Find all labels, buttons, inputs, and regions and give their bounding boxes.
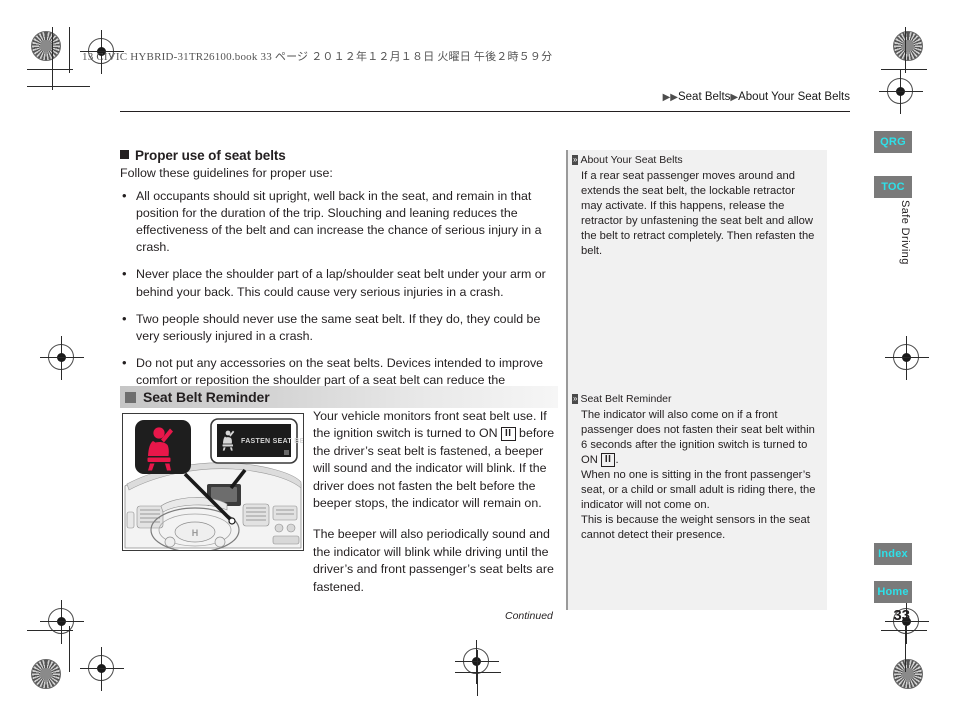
crop-mark — [69, 626, 70, 672]
crop-mark — [27, 86, 90, 87]
note-title: » About Your Seat Belts — [572, 154, 819, 166]
crop-mark — [905, 626, 906, 672]
subsection-heading: Proper use of seat belts — [120, 148, 558, 163]
svg-text:H: H — [192, 528, 199, 538]
crop-mark — [27, 69, 73, 70]
heading-square-icon — [120, 150, 129, 159]
dashboard-figure-svg: H FASTEN SEAT BELT — [123, 414, 303, 550]
crop-mark — [27, 630, 73, 631]
breadcrumb: ▶▶Seat Belts▶About Your Seat Belts — [663, 91, 850, 103]
note-marker-icon: » — [572, 394, 579, 404]
note-marker-icon: » — [572, 155, 579, 165]
note-paragraph-1b: . — [615, 454, 619, 466]
ignition-on-symbol: II — [600, 453, 616, 467]
tab-home[interactable]: Home — [874, 581, 912, 603]
breadcrumb-arrow-icon: ▶ — [670, 92, 678, 103]
note-title-label: About Your Seat Belts — [580, 154, 683, 166]
registration-crosshair-bottom-mark — [80, 647, 124, 691]
note-paragraph: When no one is sitting in the front pass… — [581, 469, 816, 511]
list-item: Two people should never use the same sea… — [120, 310, 558, 345]
page-number: 33 — [893, 607, 910, 624]
header-divider — [120, 111, 850, 112]
tab-toc-label: TOC — [881, 181, 905, 193]
note-paragraph: The indicator will also come on if a fro… — [581, 408, 819, 468]
guidelines-list: All occupants should sit upright, well b… — [120, 187, 558, 407]
crop-mark — [905, 27, 906, 73]
halftone-registration-dot-top-right — [893, 31, 923, 61]
heading-square-icon — [125, 391, 136, 403]
tab-index[interactable]: Index — [874, 543, 912, 565]
note-about-your-seat-belts: » About Your Seat Belts If a rear seat pa… — [568, 154, 827, 259]
crop-mark — [52, 27, 53, 90]
tab-toc[interactable]: TOC — [874, 176, 912, 198]
registration-crosshair-bottom-center — [455, 640, 499, 684]
note-title-label: Seat Belt Reminder — [580, 393, 672, 405]
registration-crosshair-top-right — [879, 70, 923, 114]
crop-mark — [477, 650, 478, 696]
note-seat-belt-reminder: » Seat Belt Reminder The indicator will a… — [568, 393, 827, 543]
continued-label: Continued — [505, 610, 553, 622]
reminder-body-text: Your vehicle monitors front seat belt us… — [313, 408, 559, 610]
note-paragraph: This is because the weight sensors in th… — [581, 514, 810, 541]
tab-home-label: Home — [877, 586, 909, 598]
crop-mark — [69, 27, 70, 73]
book-file-header: 13 CIVIC HYBRID-31TR26100.book 33 ページ ２０… — [82, 51, 553, 63]
note-paragraph: If a rear seat passenger moves around an… — [581, 170, 815, 257]
subsection-heading-label: Proper use of seat belts — [135, 148, 286, 163]
halftone-registration-dot-bottom-left — [31, 659, 61, 689]
display-text: FASTEN SEAT BELT — [241, 438, 303, 445]
section-tab-safe-driving[interactable]: Safe Driving — [899, 200, 911, 265]
sidebar-notes-panel: » About Your Seat Belts If a rear seat pa… — [566, 150, 827, 610]
reminder-paragraph-1: Your vehicle monitors front seat belt us… — [313, 408, 559, 512]
crop-mark — [881, 630, 927, 631]
ignition-on-symbol: II — [501, 427, 516, 442]
registration-crosshair-left — [40, 336, 84, 380]
section-heading-bar: Seat Belt Reminder — [120, 386, 558, 408]
crop-mark — [455, 672, 501, 673]
section-heading-label: Seat Belt Reminder — [143, 389, 270, 405]
reminder-paragraph-2: The beeper will also periodically sound … — [313, 527, 554, 594]
tab-index-label: Index — [878, 548, 908, 560]
registration-crosshair-right — [885, 336, 929, 380]
halftone-registration-dot-bottom-right — [893, 659, 923, 689]
halftone-registration-dot — [31, 31, 61, 61]
lead-paragraph: Follow these guidelines for proper use: — [120, 166, 333, 180]
seat-belt-reminder-illustration: H FASTEN SEAT BELT — [122, 413, 304, 551]
tab-qrg-label: QRG — [880, 136, 906, 148]
note-title: » Seat Belt Reminder — [572, 393, 819, 405]
crop-mark — [881, 69, 927, 70]
main-content-column: Proper use of seat belts Follow these gu… — [120, 148, 558, 417]
breadcrumb-item-seat-belts[interactable]: Seat Belts — [678, 91, 730, 103]
list-item: All occupants should sit upright, well b… — [120, 187, 558, 257]
breadcrumb-arrow-icon: ▶ — [730, 92, 739, 103]
breadcrumb-item-about-your-seat-belts[interactable]: About Your Seat Belts — [738, 91, 850, 103]
tab-qrg[interactable]: QRG — [874, 131, 912, 153]
list-item: Never place the shoulder part of a lap/s… — [120, 265, 558, 300]
